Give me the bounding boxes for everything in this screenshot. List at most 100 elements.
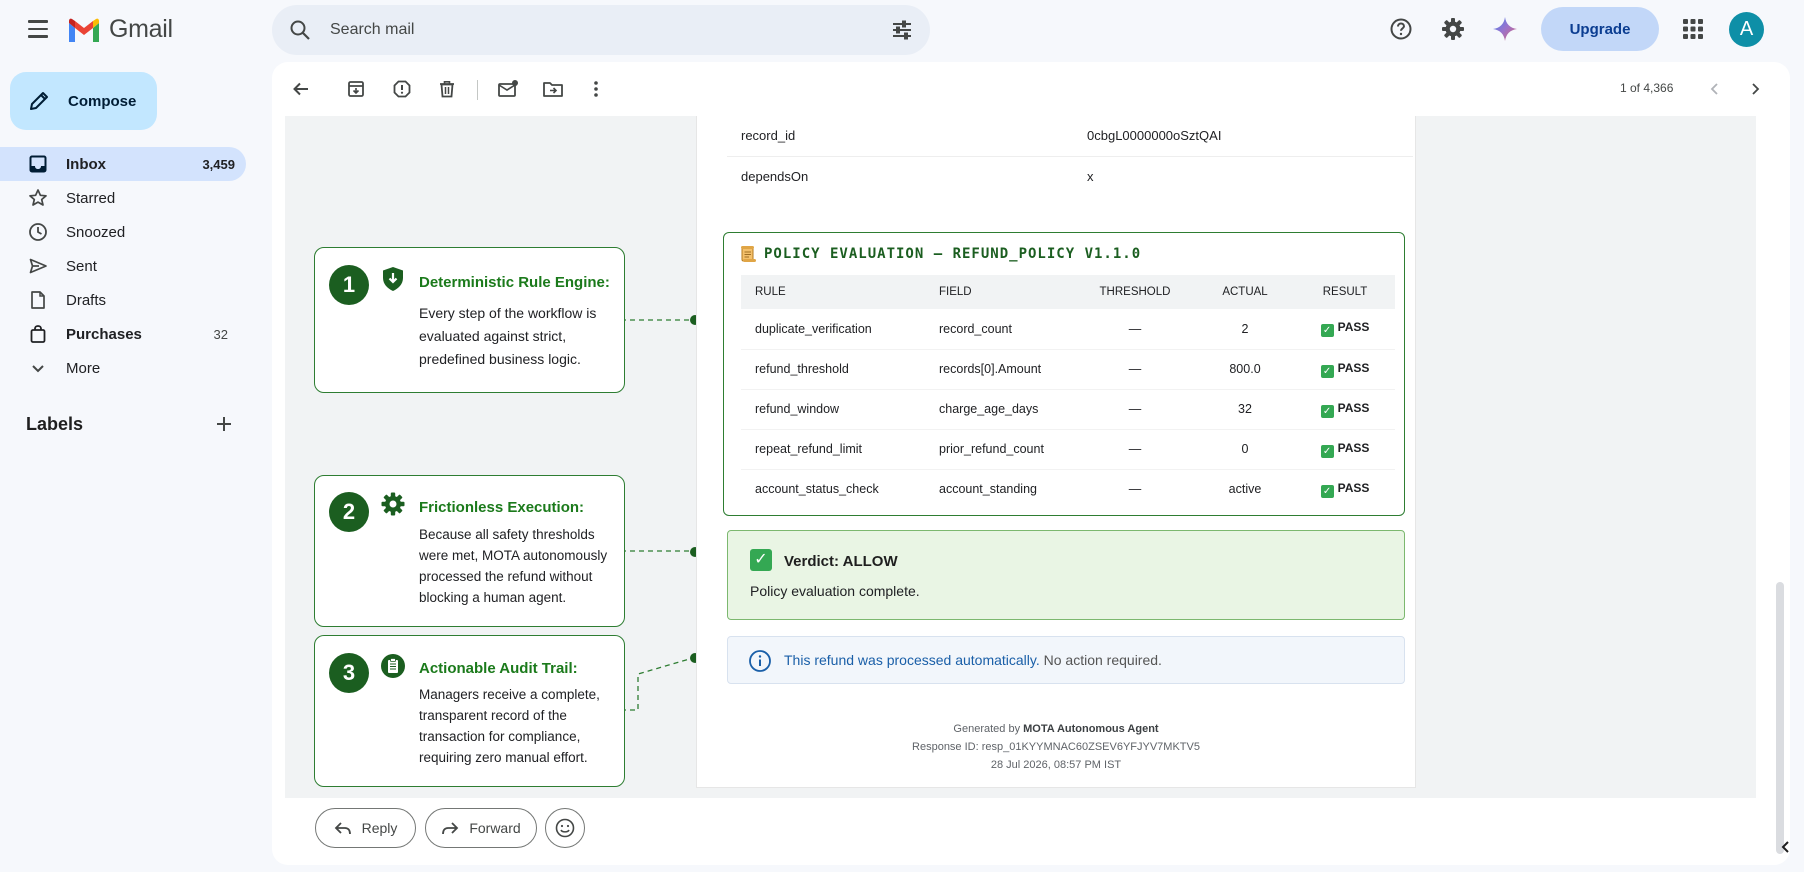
settings-gear-icon[interactable] xyxy=(1436,12,1470,46)
field-cell: prior_refund_count xyxy=(925,429,1075,470)
callout-title: Deterministic Rule Engine: xyxy=(419,274,610,291)
field-cell: records[0].Amount xyxy=(925,349,1075,390)
upgrade-button[interactable]: Upgrade xyxy=(1541,7,1659,51)
result-cell: ✓ PASS xyxy=(1295,349,1395,390)
search-bar xyxy=(272,5,930,55)
kv-key: record_id xyxy=(741,128,796,143)
kv-value: x xyxy=(1087,169,1094,184)
callout-number: 3 xyxy=(329,653,369,693)
kv-value: 0cbgL0000000oSztQAI xyxy=(1087,128,1222,143)
policy-title-text: POLICY EVALUATION — REFUND_POLICY V1.1.0 xyxy=(764,246,1142,262)
toolbar-divider xyxy=(477,80,478,100)
actual-cell: 32 xyxy=(1195,389,1295,430)
send-icon xyxy=(28,256,48,276)
mark-unread-icon[interactable] xyxy=(495,76,521,102)
scrollbar[interactable] xyxy=(1776,582,1784,854)
compose-button[interactable]: Compose xyxy=(10,72,157,130)
threshold-cell: — xyxy=(1075,389,1195,430)
collapse-panel-chevron-icon[interactable] xyxy=(1774,835,1798,859)
reply-arrow-icon xyxy=(334,822,351,835)
reply-button[interactable]: Reply xyxy=(315,808,416,848)
forward-button[interactable]: Forward xyxy=(425,808,537,848)
pagination-text: 1 of 4,366 xyxy=(1620,81,1674,95)
star-icon xyxy=(28,188,48,208)
gemini-sparkle-icon[interactable] xyxy=(1488,12,1522,46)
table-row: duplicate_verification record_count — 2 … xyxy=(741,309,1395,350)
email-body-area: 1 Deterministic Rule Engine: Every step … xyxy=(285,116,1756,798)
help-icon[interactable] xyxy=(1384,12,1418,46)
delete-trash-icon[interactable] xyxy=(434,76,460,102)
sidebar-item-label: Snoozed xyxy=(66,223,126,241)
table-row: refund_window charge_age_days — 32 ✓ PASS xyxy=(741,389,1395,430)
generator-name: MOTA Autonomous Agent xyxy=(1023,723,1159,735)
forward-label: Forward xyxy=(469,820,521,836)
search-options-icon[interactable] xyxy=(890,18,914,47)
generated-by-line: Generated by MOTA Autonomous Agent xyxy=(697,720,1415,738)
back-arrow-icon[interactable] xyxy=(288,76,314,102)
check-icon: ✓ xyxy=(750,549,772,571)
callout-body: Every step of the workflow is evaluated … xyxy=(419,305,597,367)
callout-title: Frictionless Execution: xyxy=(419,499,585,516)
clock-icon xyxy=(28,222,48,242)
threshold-cell: — xyxy=(1075,349,1195,390)
sidebar-item-drafts[interactable]: Drafts xyxy=(0,283,246,317)
more-options-icon[interactable] xyxy=(583,76,609,102)
column-header: RESULT xyxy=(1322,286,1368,298)
email-footer: Generated by MOTA Autonomous Agent Respo… xyxy=(697,720,1415,774)
column-header: RULE xyxy=(755,286,786,298)
bag-icon xyxy=(28,324,48,344)
gear-icon xyxy=(381,492,405,516)
prev-page-chevron-icon[interactable] xyxy=(1702,76,1728,102)
compose-label: Compose xyxy=(68,92,137,110)
chevron-down-icon xyxy=(28,358,48,378)
emoji-reaction-button[interactable] xyxy=(545,808,585,848)
sidebar-item-inbox[interactable]: Inbox 3,459 xyxy=(0,147,246,181)
item-count: 32 xyxy=(213,326,228,342)
sidebar-item-label: Purchases xyxy=(66,325,142,343)
sidebar-item-snoozed[interactable]: Snoozed xyxy=(0,215,246,249)
column-header: FIELD xyxy=(939,286,972,298)
add-label-icon[interactable] xyxy=(212,412,236,441)
unread-count: 3,459 xyxy=(202,156,235,172)
column-header: ACTUAL xyxy=(1222,286,1268,298)
rule-cell: refund_threshold xyxy=(741,349,925,390)
search-input[interactable] xyxy=(330,5,850,55)
sidebar-item-label: Inbox xyxy=(66,155,106,173)
verdict-subtitle: Policy evaluation complete. xyxy=(750,583,920,599)
gmail-logo[interactable]: Gmail xyxy=(67,15,173,44)
threshold-cell: — xyxy=(1128,482,1142,497)
check-icon: ✓ xyxy=(1320,444,1334,458)
archive-icon[interactable] xyxy=(343,76,369,102)
actual-cell: 800.0 xyxy=(1195,349,1295,390)
result-label: PASS xyxy=(1337,440,1370,455)
callout-title: Actionable Audit Trail: xyxy=(419,660,578,677)
sidebar-item-label: Starred xyxy=(66,189,116,207)
main-menu-button[interactable] xyxy=(18,12,58,46)
info-link-text: This refund was processed automatically. xyxy=(784,652,1040,668)
next-page-chevron-icon[interactable] xyxy=(1742,76,1768,102)
kv-row-depends-on: dependsOn x xyxy=(727,156,1413,196)
sidebar-item-sent[interactable]: Sent xyxy=(0,249,246,283)
actual-cell: 0 xyxy=(1195,429,1295,470)
main-panel: 1 of 4,366 1 Deterministic Rule Engine: … xyxy=(272,62,1790,865)
sidebar-nav: Inbox 3,459 Starred Snoozed Sent Drafts … xyxy=(0,147,248,385)
sidebar-item-label: Sent xyxy=(66,257,97,275)
report-spam-icon[interactable] xyxy=(389,76,415,102)
sidebar-item-purchases[interactable]: Purchases 32 xyxy=(0,317,246,351)
move-to-folder-icon[interactable] xyxy=(540,76,566,102)
gmail-m-icon xyxy=(69,18,99,42)
verdict-panel: ✓ Verdict: ALLOW Policy evaluation compl… xyxy=(727,530,1405,620)
callout-number: 2 xyxy=(329,492,369,532)
result-cell: ✓ PASS xyxy=(1295,429,1395,470)
apps-grid-icon[interactable] xyxy=(1676,12,1710,46)
result-label: PASS xyxy=(1337,320,1370,335)
callout-rule-engine: 1 Deterministic Rule Engine: Every step … xyxy=(314,247,625,393)
result-label: PASS xyxy=(1337,480,1370,495)
sidebar-item-more[interactable]: More xyxy=(0,351,246,385)
search-icon[interactable] xyxy=(288,18,312,47)
sidebar-item-starred[interactable]: Starred xyxy=(0,181,246,215)
check-icon: ✓ xyxy=(1320,324,1334,338)
scroll-icon xyxy=(741,246,756,262)
account-avatar[interactable]: A xyxy=(1729,12,1764,47)
info-text: This refund was processed automatically.… xyxy=(784,652,1162,668)
